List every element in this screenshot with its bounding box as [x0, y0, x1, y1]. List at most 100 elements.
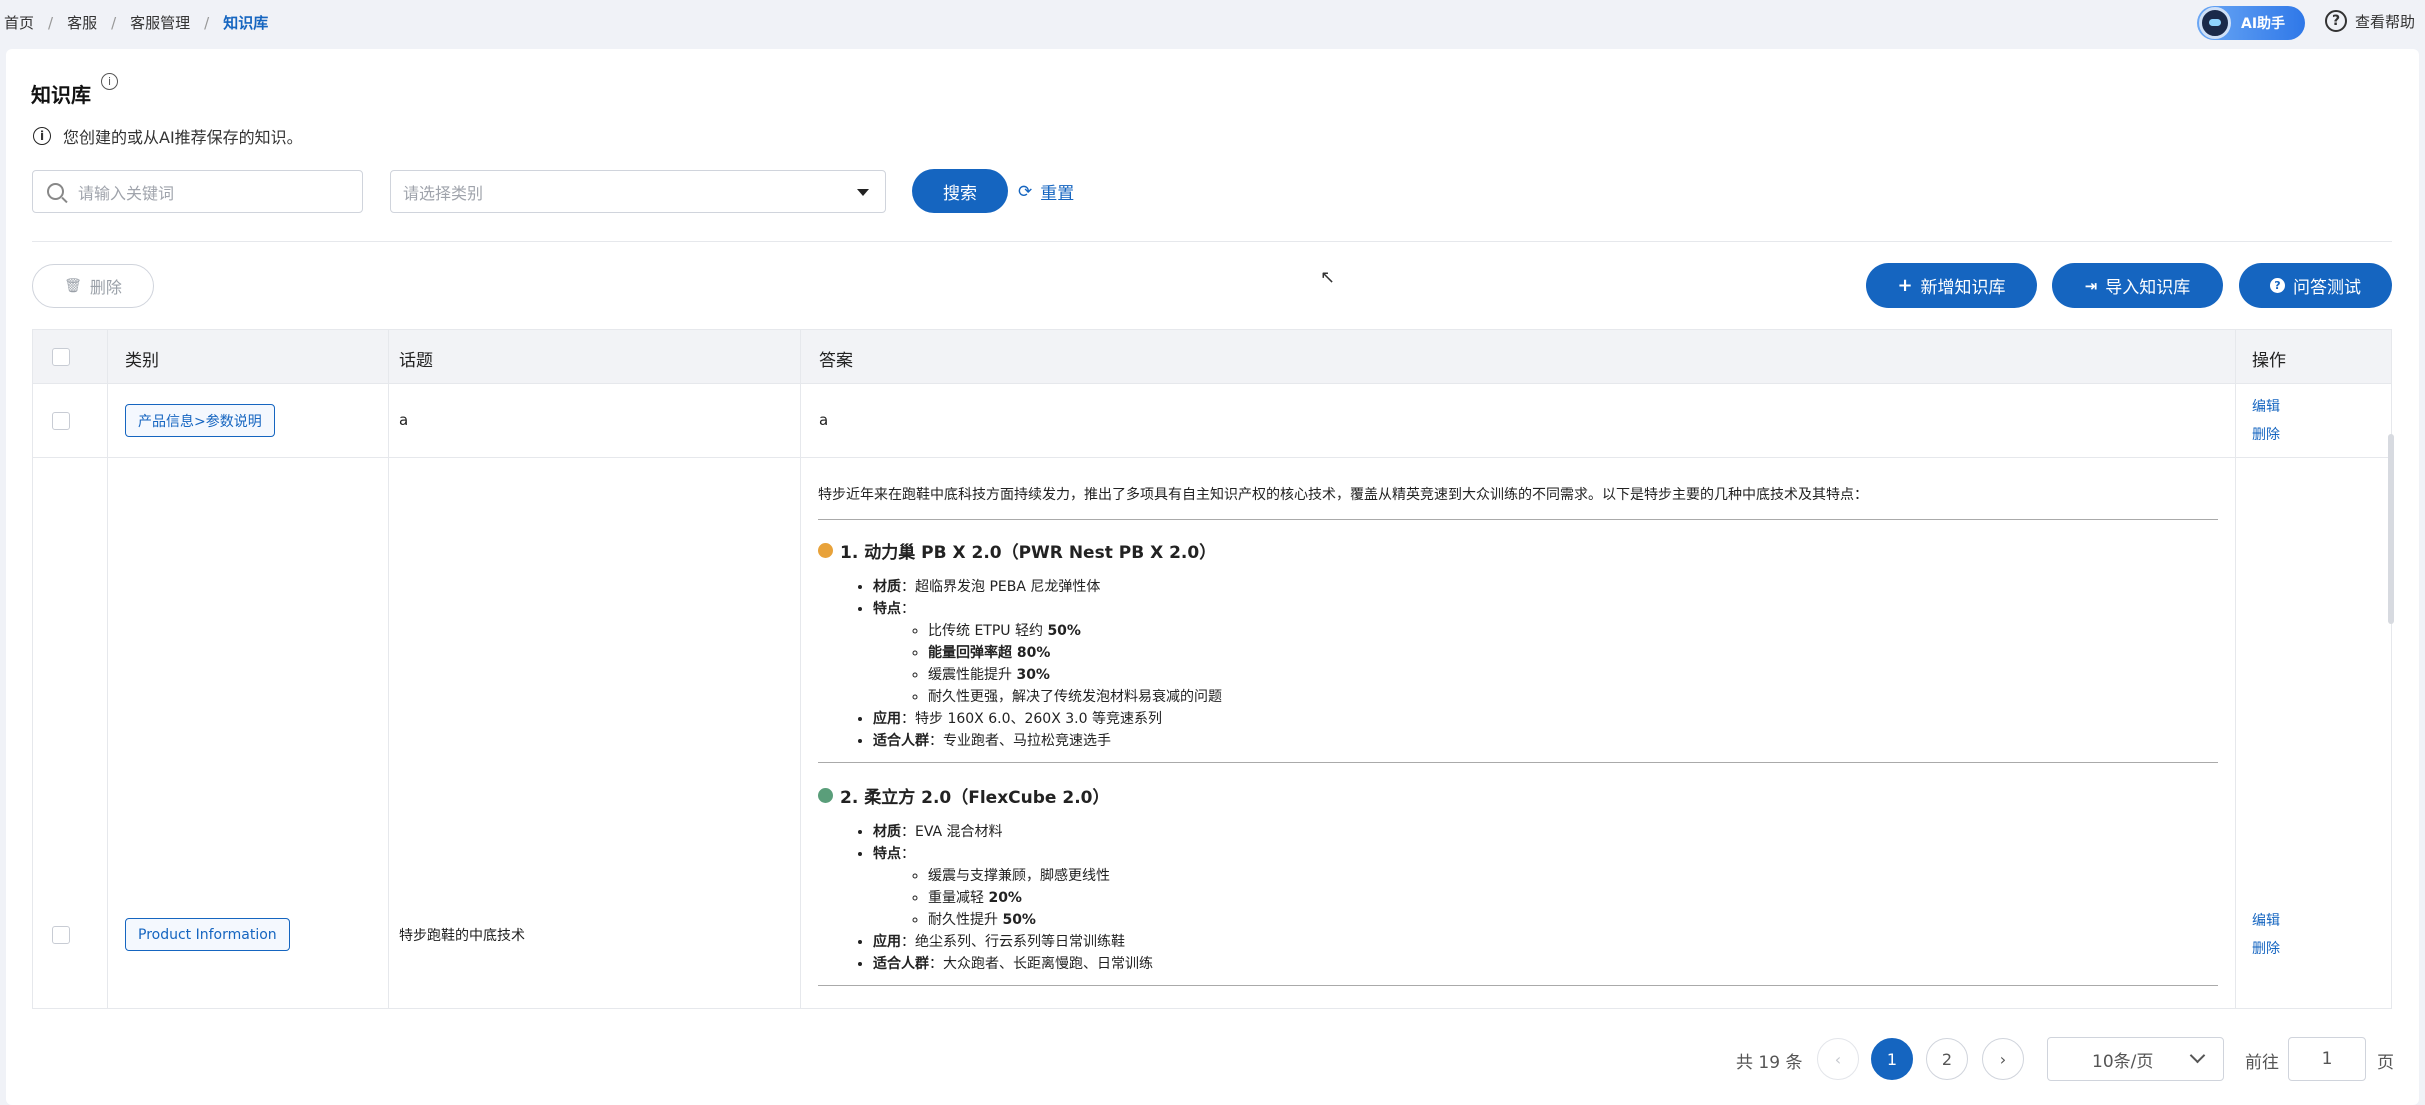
help-link[interactable]: ? 查看帮助: [2325, 10, 2415, 32]
feature-text: 重量减轻: [928, 890, 989, 906]
feature-item: 重量减轻 20%: [928, 887, 2218, 909]
topic-cell: a: [399, 411, 409, 429]
add-knowledge-button[interactable]: + 新增知识库: [1866, 263, 2037, 308]
breadcrumb-separator: /: [48, 13, 54, 32]
material-value: EVA 混合材料: [915, 824, 1003, 840]
table-row: Product Information 特步跑鞋的中底技术 特步近年来在跑鞋中底…: [33, 458, 2391, 1008]
column-header-category: 类别: [125, 351, 159, 371]
answer-divider: [818, 985, 2218, 986]
next-page-button[interactable]: ›: [1982, 1038, 2024, 1080]
plus-icon: +: [1897, 275, 1913, 296]
breadcrumb-item-customer-service[interactable]: 客服: [67, 12, 97, 33]
delete-link[interactable]: 删除: [2252, 424, 2280, 444]
page-title: 知识库: [31, 83, 91, 107]
chevron-down-icon: [2189, 1047, 2206, 1064]
feature-item: 耐久性更强，解决了传统发泡材料易衰减的问题: [928, 686, 2218, 708]
search-icon: [47, 183, 64, 200]
info-icon: i: [33, 127, 51, 145]
material-label: 材质: [873, 579, 901, 595]
trash-icon: 🗑: [64, 278, 82, 294]
application-value: 特步 160X 6.0、260X 3.0 等竞速系列: [915, 711, 1162, 727]
feature-value: 50%: [1002, 912, 1036, 928]
features-label: 特点: [873, 601, 901, 617]
application-label: 应用: [873, 934, 901, 950]
list-item: 材质：EVA 混合材料: [873, 821, 2218, 843]
audience-value: 专业跑者、马拉松竞速选手: [943, 733, 1111, 749]
orange-circle-icon: [818, 543, 833, 558]
category-select[interactable]: 请选择类别: [390, 170, 886, 213]
prev-page-button[interactable]: ‹: [1817, 1038, 1859, 1080]
audience-label: 适合人群: [873, 956, 929, 972]
row-checkbox[interactable]: [52, 412, 70, 430]
keyword-search-input[interactable]: 请输入关键词: [32, 170, 363, 213]
answer-cell: 特步近年来在跑鞋中底科技方面持续发力，推出了多项具有自主知识产权的核心技术，覆盖…: [818, 484, 2218, 1006]
page-size-select[interactable]: 10条/页: [2047, 1037, 2224, 1081]
section-heading-text: 2. 柔立方 2.0（FlexCube 2.0）: [840, 788, 1110, 808]
list-item: 适合人群：专业跑者、马拉松竞速选手: [873, 730, 2218, 752]
divider: [32, 241, 2392, 242]
chevron-right-icon: ›: [1999, 1049, 2007, 1069]
feature-value: 20%: [988, 890, 1022, 906]
qa-test-button[interactable]: ? 问答测试: [2239, 263, 2392, 308]
section-list: 材质：超临界发泡 PEBA 尼龙弹性体 特点： 比传统 ETPU 轻约 50% …: [873, 576, 2218, 752]
feature-text: 能量回弹率超: [928, 645, 1017, 661]
list-item: 应用：绝尘系列、行云系列等日常训练鞋: [873, 931, 2218, 953]
green-circle-icon: [818, 788, 833, 803]
search-button[interactable]: 搜索: [912, 169, 1008, 213]
description-text: 您创建的或从AI推荐保存的知识。: [63, 128, 303, 147]
keyword-placeholder: 请输入关键词: [78, 183, 175, 203]
bulk-delete-button[interactable]: 🗑 删除: [32, 264, 154, 308]
chevron-left-icon: ‹: [1834, 1049, 1842, 1069]
top-bar: 首页 / 客服 / 客服管理 / 知识库 AI助手 ? 查看帮助: [0, 0, 2425, 46]
caret-down-icon: [857, 189, 869, 196]
breadcrumb-item-home[interactable]: 首页: [4, 12, 34, 33]
edit-link[interactable]: 编辑: [2252, 910, 2280, 930]
page-size-value: 10条/页: [2092, 1051, 2154, 1072]
edit-link[interactable]: 编辑: [2252, 396, 2280, 416]
category-placeholder: 请选择类别: [403, 183, 484, 203]
application-value: 绝尘系列、行云系列等日常训练鞋: [915, 934, 1125, 950]
breadcrumb-item-cs-management[interactable]: 客服管理: [130, 12, 190, 33]
breadcrumb-separator: /: [204, 13, 210, 32]
page-button-2[interactable]: 2: [1926, 1038, 1968, 1080]
list-item: 特点： 缓震与支撑兼顾，脚感更线性 重量减轻 20% 耐久性提升 50%: [873, 843, 2218, 931]
features-label: 特点: [873, 846, 901, 862]
total-count: 共 19 条: [1736, 1053, 1803, 1073]
list-item: 特点： 比传统 ETPU 轻约 50% 能量回弹率超 80% 缓震性能提升 30…: [873, 598, 2218, 708]
answer-section-heading: 1. 动力巢 PB X 2.0（PWR Nest PB X 2.0）: [818, 538, 2218, 563]
table-scrollbar[interactable]: [2388, 434, 2394, 624]
category-tag: 产品信息>参数说明: [125, 404, 275, 437]
features-list: 缓震与支撑兼顾，脚感更线性 重量减轻 20% 耐久性提升 50%: [928, 865, 2218, 931]
help-icon: ?: [2325, 10, 2347, 32]
pagination: 共 19 条 ‹ 1 2 › 10条/页 前往 1 页: [0, 1036, 2425, 1082]
breadcrumb-separator: /: [111, 13, 117, 32]
table-header: 类别 话题 答案 操作: [33, 330, 2391, 384]
list-item: 材质：超临界发泡 PEBA 尼龙弹性体: [873, 576, 2218, 598]
goto-label: 前往: [2245, 1053, 2279, 1073]
application-label: 应用: [873, 711, 901, 727]
question-icon: ?: [2270, 278, 2285, 293]
feature-text: 缓震性能提升: [928, 667, 1017, 683]
column-header-answer: 答案: [819, 351, 853, 371]
answer-intro: 特步近年来在跑鞋中底科技方面持续发力，推出了多项具有自主知识产权的核心技术，覆盖…: [818, 487, 1868, 503]
feature-text: 缓震与支撑兼顾，脚感更线性: [928, 868, 1110, 884]
import-knowledge-button[interactable]: ⇥ 导入知识库: [2052, 263, 2223, 308]
reset-button[interactable]: ⟳ 重置: [1018, 179, 1074, 205]
feature-value: 50%: [1047, 623, 1081, 639]
page-button-1[interactable]: 1: [1871, 1038, 1913, 1080]
feature-value: 30%: [1016, 667, 1050, 683]
answer-divider: [818, 519, 2218, 520]
feature-item: 缓震性能提升 30%: [928, 664, 2218, 686]
select-all-checkbox[interactable]: [52, 348, 70, 366]
import-label: 导入知识库: [2105, 278, 2191, 298]
table-row: 产品信息>参数说明 a a 编辑 删除: [33, 384, 2391, 458]
delete-link[interactable]: 删除: [2252, 938, 2280, 958]
row-checkbox[interactable]: [52, 926, 70, 944]
goto-page-input[interactable]: 1: [2288, 1037, 2366, 1081]
list-item: 适合人群：大众跑者、长距离慢跑、日常训练: [873, 953, 2218, 975]
mouse-cursor-icon: ↖: [1320, 267, 1336, 288]
delete-label: 删除: [89, 278, 122, 297]
material-value: 超临界发泡 PEBA 尼龙弹性体: [915, 579, 1101, 595]
ai-assistant-button[interactable]: AI助手: [2197, 6, 2305, 40]
info-icon[interactable]: i: [101, 73, 118, 90]
